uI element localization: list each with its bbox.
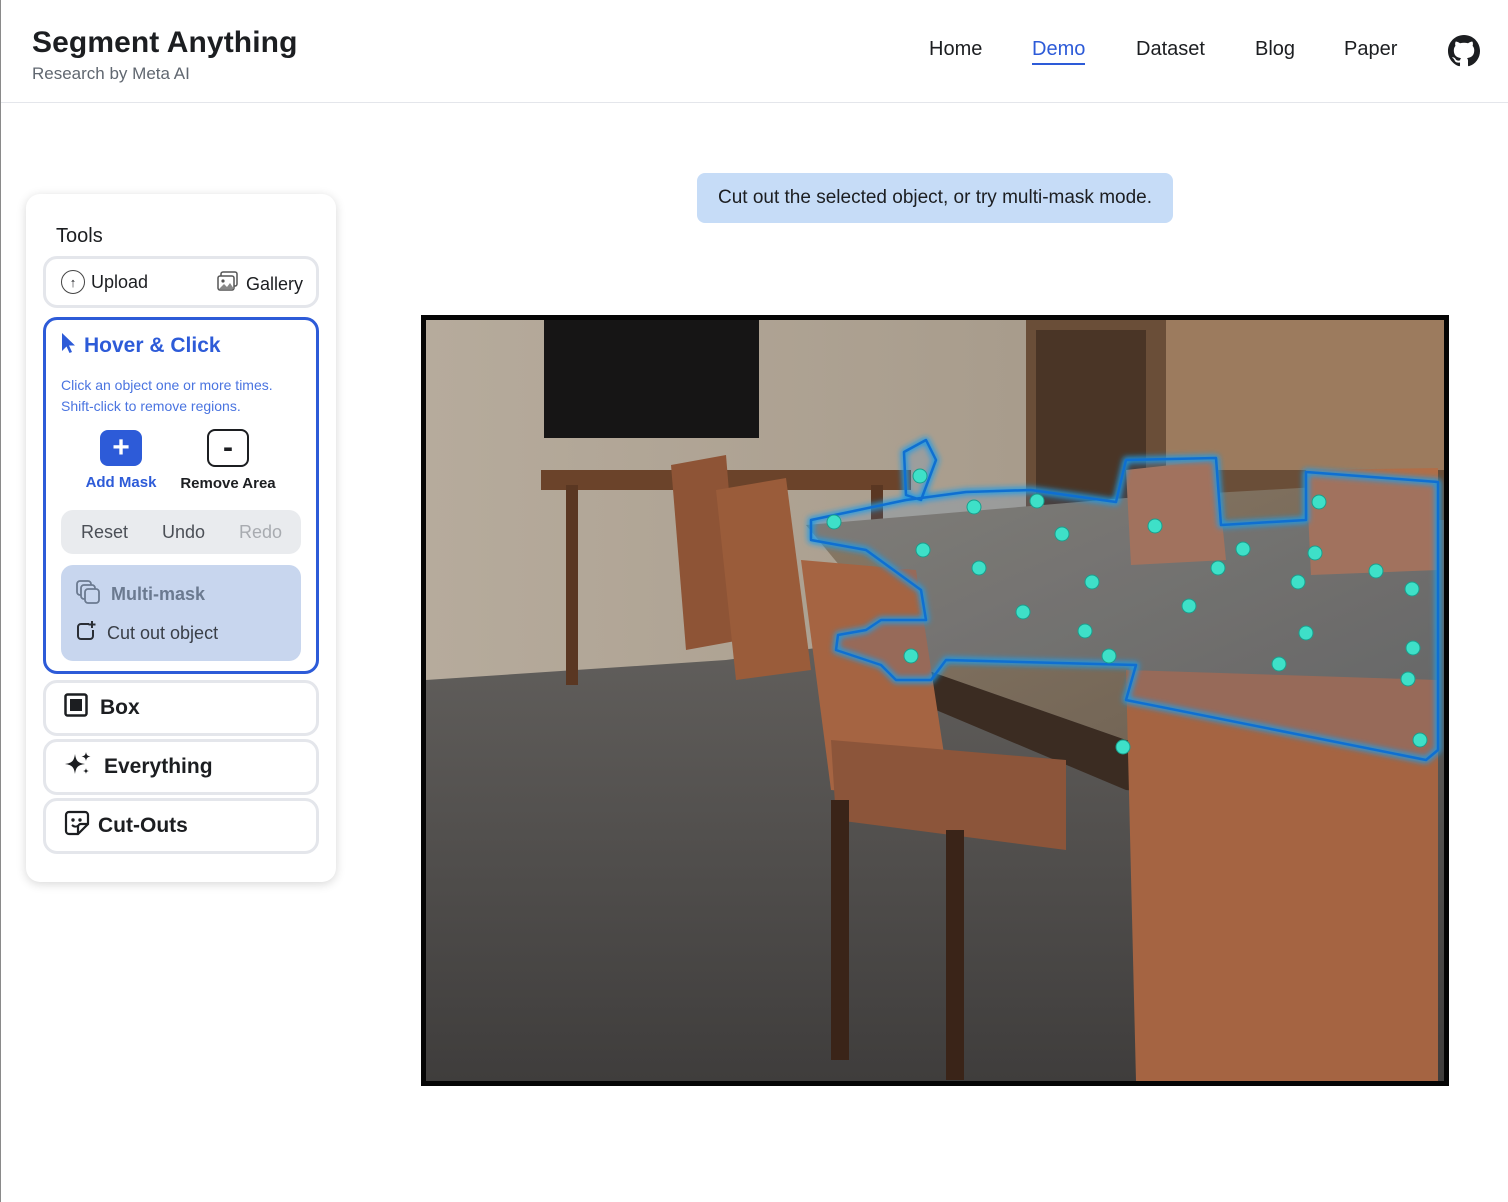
multimask-icon	[75, 579, 101, 610]
hover-click-header[interactable]: Hover & Click	[60, 332, 221, 360]
click-point	[1115, 739, 1131, 755]
click-point	[1298, 625, 1314, 641]
everything-tool[interactable]: Everything	[43, 739, 319, 795]
description-line-1: Click an object one or more times.	[61, 377, 273, 393]
wall-tv	[544, 320, 759, 438]
click-point	[1077, 623, 1093, 639]
github-icon[interactable]	[1448, 35, 1480, 67]
click-point	[1368, 563, 1384, 579]
upload-label: Upload	[91, 271, 149, 292]
redo-button[interactable]: Redo	[239, 522, 282, 543]
hover-click-description: Click an object one or more times. Shift…	[61, 375, 306, 417]
click-point	[1412, 732, 1428, 748]
segmentation-image[interactable]	[426, 320, 1444, 1081]
box-icon	[64, 693, 88, 723]
hover-click-tool[interactable]: Hover & Click Click an object one or mor…	[43, 317, 319, 674]
gallery-label: Gallery	[246, 274, 304, 294]
click-point	[1235, 541, 1251, 557]
history-controls: Reset Undo Redo	[61, 510, 301, 554]
box-tool[interactable]: Box	[43, 680, 319, 736]
undo-button[interactable]: Undo	[162, 522, 205, 543]
nav-demo[interactable]: Demo	[1032, 38, 1086, 65]
click-point	[1084, 574, 1100, 590]
click-point	[1271, 656, 1287, 672]
cutouts-label: Cut-Outs	[98, 814, 188, 837]
click-point	[1311, 494, 1327, 510]
click-point	[912, 468, 928, 484]
tools-panel: Tools ↑ Upload Gallery Hover & Click Cli…	[26, 194, 336, 882]
click-point	[1404, 581, 1420, 597]
click-point	[1015, 604, 1031, 620]
sparkles-icon	[64, 751, 92, 783]
description-line-2: Shift-click to remove regions.	[61, 398, 241, 414]
remove-area-button[interactable]: - Remove Area	[168, 429, 288, 492]
sticker-icon	[64, 810, 90, 842]
box-label: Box	[100, 696, 140, 719]
plus-icon: +	[100, 430, 142, 466]
gallery-icon	[216, 270, 240, 299]
reset-button[interactable]: Reset	[81, 522, 128, 543]
upload-gallery-row: ↑ Upload Gallery	[43, 256, 319, 308]
cutout-label: Cut out object	[107, 623, 219, 643]
far-room	[1166, 320, 1444, 470]
click-point	[903, 648, 919, 664]
minus-icon: -	[207, 429, 249, 467]
upload-button[interactable]: ↑ Upload	[61, 270, 148, 294]
cutout-add-icon	[75, 620, 97, 647]
multimask-button[interactable]: Multi-mask	[75, 579, 205, 610]
click-point	[971, 560, 987, 576]
click-point	[1101, 648, 1117, 664]
everything-label: Everything	[104, 755, 213, 778]
instruction-toast: Cut out the selected object, or try mult…	[697, 173, 1173, 223]
click-point	[1147, 518, 1163, 534]
cutouts-tool[interactable]: Cut-Outs	[43, 798, 319, 854]
click-point	[1029, 493, 1045, 509]
tools-title: Tools	[56, 225, 103, 247]
console-leg-left	[566, 485, 578, 685]
image-canvas[interactable]	[421, 315, 1449, 1086]
nav-blog[interactable]: Blog	[1255, 38, 1295, 61]
gallery-button[interactable]: Gallery	[216, 270, 303, 299]
nav-paper[interactable]: Paper	[1344, 38, 1397, 61]
left-border	[0, 0, 1, 1202]
top-header: Segment Anything Research by Meta AI Hom…	[1, 0, 1508, 103]
click-point	[826, 514, 842, 530]
click-point	[1307, 545, 1323, 561]
main-nav: Home Demo Dataset Blog Paper	[1, 38, 1508, 68]
click-point	[1210, 560, 1226, 576]
multimask-options: Multi-mask Cut out object	[61, 565, 301, 661]
remove-area-label: Remove Area	[180, 475, 276, 492]
nav-dataset[interactable]: Dataset	[1136, 38, 1205, 61]
multimask-label: Multi-mask	[111, 584, 206, 604]
click-point	[1400, 671, 1416, 687]
click-point	[1181, 598, 1197, 614]
cutout-object-button[interactable]: Cut out object	[75, 620, 218, 647]
add-mask-button[interactable]: + Add Mask	[61, 430, 181, 491]
cursor-arrow-icon	[60, 332, 76, 360]
chair-leg-1	[831, 800, 849, 1060]
upload-icon: ↑	[61, 270, 85, 294]
hover-click-title: Hover & Click	[84, 334, 221, 357]
chair-leg-2	[946, 830, 964, 1080]
nav-home[interactable]: Home	[929, 38, 982, 61]
click-point	[966, 499, 982, 515]
click-point	[1290, 574, 1306, 590]
click-point	[1405, 640, 1421, 656]
click-point	[915, 542, 931, 558]
click-point	[1054, 526, 1070, 542]
add-mask-label: Add Mask	[85, 474, 157, 491]
toast-text: Cut out the selected object, or try mult…	[717, 187, 1152, 208]
